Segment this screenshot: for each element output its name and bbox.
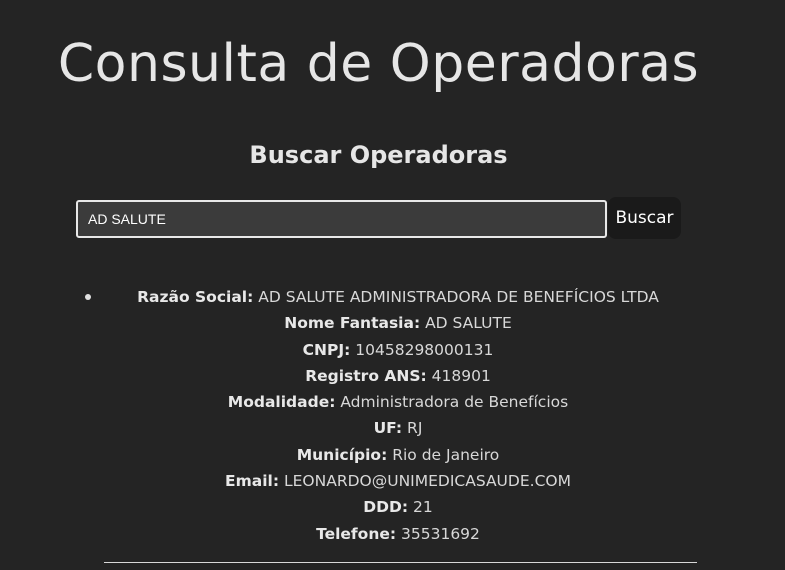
field-nome-fantasia: Nome Fantasia: AD SALUTE: [78, 310, 718, 336]
field-label: Telefone:: [316, 524, 397, 543]
page: Consulta de Operadoras Buscar Operadoras…: [0, 0, 785, 570]
field-label: Modalidade:: [227, 393, 336, 412]
field-cnpj: CNPJ: 10458298000131: [78, 337, 718, 363]
field-label: Razão Social:: [137, 288, 254, 306]
bullet-icon: [85, 294, 91, 300]
field-value: RJ: [402, 419, 423, 438]
results-list: Razão Social: AD SALUTE ADMINISTRADORA D…: [78, 284, 718, 547]
field-razao-social: Razão Social: AD SALUTE ADMINISTRADORA D…: [78, 284, 718, 310]
field-registro-ans: Registro ANS: 418901: [78, 363, 718, 389]
field-label: Município:: [296, 445, 388, 464]
field-label: CNPJ:: [302, 340, 351, 359]
field-value: AD SALUTE ADMINISTRADORA DE BENEFÍCIOS L…: [253, 288, 659, 306]
field-uf: UF: RJ: [78, 415, 718, 441]
field-value: AD SALUTE: [420, 314, 512, 333]
field-value: 10458298000131: [350, 340, 494, 359]
field-value: LEONARDO@UNIMEDICASAUDE.COM: [279, 472, 571, 491]
search-heading: Buscar Operadoras: [249, 141, 508, 169]
field-email: Email: LEONARDO@UNIMEDICASAUDE.COM: [78, 468, 718, 494]
search-button[interactable]: Buscar: [608, 197, 681, 239]
field-label: Nome Fantasia:: [284, 314, 421, 333]
field-value: 418901: [426, 366, 491, 385]
field-modalidade: Modalidade: Administradora de Benefícios: [78, 389, 718, 415]
field-label: Registro ANS:: [305, 366, 427, 385]
result-divider: [104, 562, 697, 563]
field-value: Rio de Janeiro: [387, 445, 500, 464]
field-telefone: Telefone: 35531692: [78, 521, 718, 547]
field-value: Administradora de Benefícios: [335, 393, 569, 412]
field-label: UF:: [373, 419, 403, 438]
field-label: Email:: [225, 472, 280, 491]
result-item: Razão Social: AD SALUTE ADMINISTRADORA D…: [78, 284, 718, 547]
field-ddd: DDD: 21: [78, 494, 718, 520]
field-municipio: Município: Rio de Janeiro: [78, 442, 718, 468]
field-label: DDD:: [363, 498, 409, 517]
field-value: 21: [408, 498, 433, 517]
search-input[interactable]: [76, 200, 607, 238]
page-title: Consulta de Operadoras: [57, 34, 700, 94]
field-value: 35531692: [396, 524, 480, 543]
